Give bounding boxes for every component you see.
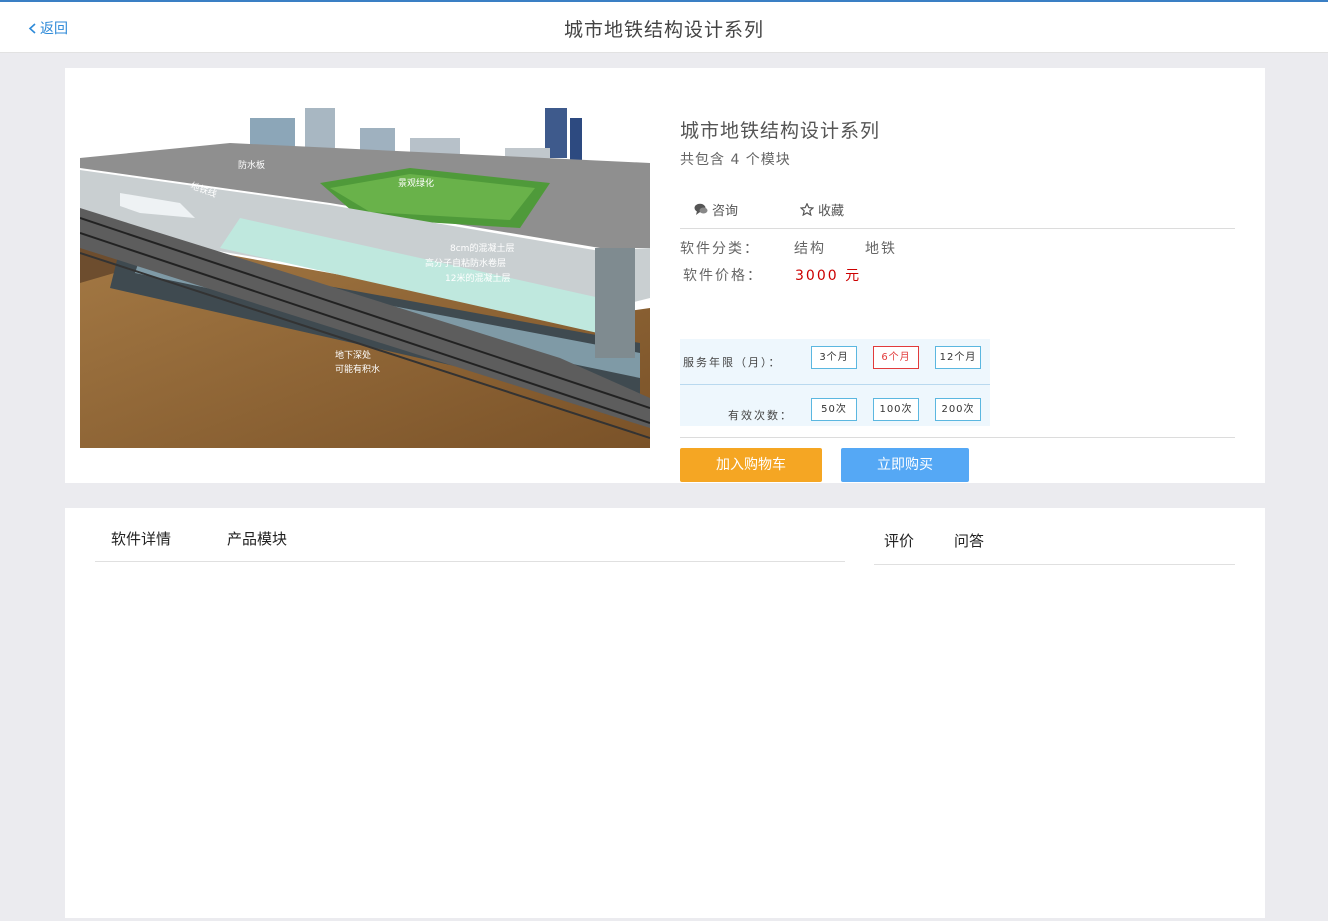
tab-reviews[interactable]: 评价	[884, 530, 914, 551]
product-image: 防水板 地铁线 景观绿化 8cm的混凝土层 高分子自粘防水卷层 12米的混凝土层…	[80, 108, 650, 448]
uses-option-200[interactable]: 200次	[935, 398, 981, 421]
price-value: 3000 元	[795, 268, 862, 284]
add-to-cart-button[interactable]: 加入购物车	[680, 448, 822, 482]
img-label-5: 高分子自粘防水卷层	[425, 257, 506, 269]
consult-button[interactable]: 咨询	[694, 200, 738, 219]
price-label: 软件价格：	[683, 268, 763, 284]
consult-label: 咨询	[712, 204, 739, 219]
page-title: 城市地铁结构设计系列	[563, 19, 764, 41]
uses-option-100[interactable]: 100次	[873, 398, 919, 421]
options-panel: 服务年限（月）： 3个月 6个月 12个月 有效次数： 50次 100次 200…	[680, 339, 990, 426]
feedback-tabs: 评价 问答	[874, 508, 1235, 565]
tab-product-modules[interactable]: 产品模块	[227, 528, 287, 549]
top-bar: 返回 城市地铁结构设计系列	[0, 0, 1328, 53]
img-label-6: 12米的混凝土层	[445, 272, 510, 284]
img-label-7: 地下深处	[335, 349, 371, 361]
service-option-6[interactable]: 6个月	[873, 346, 919, 369]
tab-software-details[interactable]: 软件详情	[111, 528, 171, 549]
img-label-8: 可能有积水	[335, 363, 380, 375]
service-option-12[interactable]: 12个月	[935, 346, 981, 369]
img-label-3: 景观绿化	[398, 177, 434, 189]
img-label-4: 8cm的混凝土层	[450, 242, 514, 254]
uses-label: 有效次数：	[728, 409, 793, 422]
tab-qa[interactable]: 问答	[954, 530, 984, 551]
favorite-label: 收藏	[818, 204, 845, 219]
metro-illustration: 防水板 地铁线 景观绿化 8cm的混凝土层 高分子自粘防水卷层 12米的混凝土层…	[80, 108, 650, 448]
options-divider	[680, 384, 990, 385]
detail-card: 软件详情 产品模块 评价 问答	[65, 508, 1265, 918]
module-count: 共包含 4 个模块	[680, 152, 791, 168]
star-outline-icon	[800, 203, 814, 216]
service-option-3[interactable]: 3个月	[811, 346, 857, 369]
category-row: 软件分类： 结构 地铁	[680, 238, 895, 258]
product-info: 城市地铁结构设计系列 共包含 4 个模块 咨询 收藏 软件分类： 结构 地铁 软…	[680, 116, 1235, 482]
price-row: 软件价格： 3000 元	[683, 265, 859, 285]
buy-now-button[interactable]: 立即购买	[841, 448, 969, 482]
service-label: 服务年限（月）：	[683, 356, 782, 369]
category-label: 软件分类：	[680, 241, 760, 257]
chat-bubble-icon	[694, 203, 708, 215]
favorite-button[interactable]: 收藏	[800, 200, 844, 219]
category-tag: 地铁	[865, 241, 897, 257]
category-tag: 结构	[794, 241, 826, 257]
uses-option-50[interactable]: 50次	[811, 398, 857, 421]
detail-tabs: 软件详情 产品模块	[95, 508, 845, 562]
product-actions: 咨询 收藏	[680, 200, 1235, 229]
product-name: 城市地铁结构设计系列	[680, 120, 881, 142]
img-label-1: 防水板	[238, 159, 265, 171]
product-card: 防水板 地铁线 景观绿化 8cm的混凝土层 高分子自粘防水卷层 12米的混凝土层…	[65, 68, 1265, 483]
divider	[680, 437, 1235, 438]
